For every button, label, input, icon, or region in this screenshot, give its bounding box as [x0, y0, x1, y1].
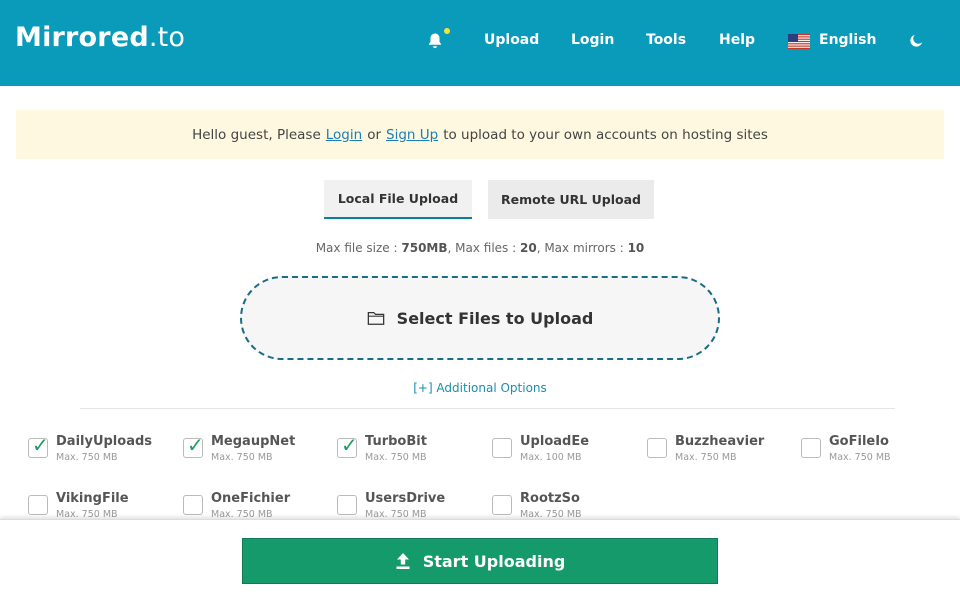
limit-mirrors-label: , Max mirrors : — [536, 241, 624, 255]
host-name: Buzzheavier — [675, 434, 765, 449]
limit-size-value: 750MB — [401, 241, 448, 255]
host-checkbox[interactable] — [492, 438, 512, 458]
notice-prefix: Hello guest, Please — [192, 126, 321, 143]
host-option[interactable]: ✓ DailyUploads Max. 750 MB — [28, 433, 178, 470]
host-max-size: Max. 750 MB — [365, 452, 427, 463]
nav-upload[interactable]: Upload — [484, 32, 539, 48]
tab-local-file-upload[interactable]: Local File Upload — [324, 180, 472, 219]
bottom-action-bar: Start Uploading — [0, 519, 960, 600]
limit-size-label: Max file size : — [315, 241, 398, 255]
host-name: MegaupNet — [211, 434, 296, 449]
host-max-size: Max. 750 MB — [211, 452, 273, 463]
divider — [80, 408, 895, 409]
host-checkbox[interactable]: ✓ — [183, 433, 204, 458]
upload-icon — [396, 553, 410, 569]
notice-or: or — [367, 126, 381, 143]
host-max-size: Max. 750 MB — [675, 452, 737, 463]
notice-login-link[interactable]: Login — [326, 127, 362, 143]
select-files-dropzone[interactable]: Select Files to Upload — [240, 276, 720, 360]
host-name: UploadEe — [520, 434, 590, 449]
host-checkbox[interactable] — [647, 438, 667, 458]
host-name: TurboBit — [365, 434, 427, 449]
checkmark-icon: ✓ — [32, 433, 49, 457]
host-name: VikingFile — [56, 491, 129, 506]
limit-files-value: 20 — [519, 241, 537, 255]
folder-icon — [367, 311, 384, 325]
host-name: DailyUploads — [56, 434, 153, 449]
checkmark-icon: ✓ — [341, 433, 358, 457]
language-selector[interactable]: English — [819, 32, 876, 48]
limit-files-label: , Max files : — [447, 241, 517, 255]
host-checkbox[interactable]: ✓ — [28, 433, 49, 458]
top-navbar: Mirrored.to Upload Login Tools Help Engl… — [0, 0, 960, 86]
guest-notice: Hello guest, Please Login or Sign Up to … — [16, 110, 944, 159]
host-checkbox[interactable] — [492, 495, 512, 515]
host-name: UsersDrive — [365, 491, 446, 506]
us-flag-icon[interactable] — [788, 34, 810, 49]
nav-help[interactable]: Help — [719, 32, 755, 48]
nav-tools[interactable]: Tools — [646, 32, 686, 48]
start-uploading-button[interactable]: Start Uploading — [242, 538, 718, 584]
bell-icon[interactable] — [426, 32, 444, 50]
logo-tld: .to — [148, 22, 186, 53]
notification-dot — [444, 28, 450, 34]
host-name: GoFileIo — [829, 434, 889, 449]
host-checkbox[interactable] — [183, 495, 203, 515]
host-checkbox[interactable] — [337, 495, 357, 515]
host-checkbox[interactable] — [801, 438, 821, 458]
tab-remote-url-upload[interactable]: Remote URL Upload — [488, 180, 654, 219]
notice-signup-link[interactable]: Sign Up — [386, 127, 438, 143]
host-option[interactable]: GoFileIo Max. 750 MB — [801, 434, 951, 470]
upload-limits: Max file size : 750MB, Max files : 20, M… — [0, 241, 960, 255]
site-logo[interactable]: Mirrored.to — [15, 22, 185, 53]
host-option[interactable]: UploadEe Max. 100 MB — [492, 434, 642, 470]
moon-icon[interactable] — [908, 32, 925, 49]
host-max-size: Max. 750 MB — [56, 452, 118, 463]
host-max-size: Max. 100 MB — [520, 452, 582, 463]
limit-mirrors-value: 10 — [627, 241, 645, 255]
logo-main: Mirrored — [15, 22, 149, 53]
start-uploading-label: Start Uploading — [422, 551, 566, 571]
select-files-label: Select Files to Upload — [396, 308, 594, 328]
nav-login[interactable]: Login — [571, 32, 614, 48]
additional-options-link[interactable]: [+] Additional Options — [0, 381, 960, 395]
host-name: OneFichier — [211, 491, 291, 506]
host-checkbox[interactable]: ✓ — [337, 433, 358, 458]
host-max-size: Max. 750 MB — [829, 452, 891, 463]
host-option[interactable]: Buzzheavier Max. 750 MB — [647, 434, 797, 470]
host-name: RootzSo — [520, 491, 580, 506]
host-option[interactable]: ✓ MegaupNet Max. 750 MB — [183, 433, 333, 470]
host-option[interactable]: ✓ TurboBit Max. 750 MB — [337, 433, 487, 470]
notice-suffix: to upload to your own accounts on hostin… — [443, 126, 768, 143]
host-checkbox[interactable] — [28, 495, 48, 515]
checkmark-icon: ✓ — [187, 433, 204, 457]
